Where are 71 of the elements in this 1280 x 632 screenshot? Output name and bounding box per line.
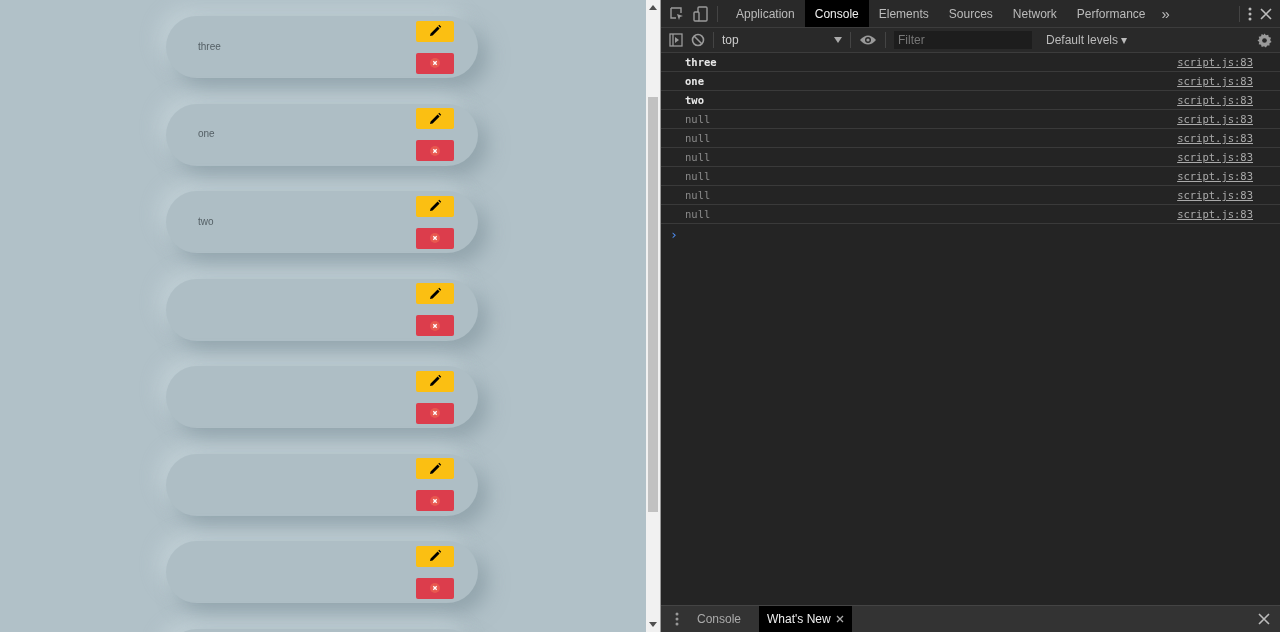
todo-text: one <box>198 128 215 139</box>
devtools-tab[interactable]: Elements <box>868 0 939 27</box>
source-link[interactable]: script.js:83 <box>1177 56 1253 68</box>
todo-text: two <box>198 215 214 227</box>
close-icon[interactable] <box>835 615 844 623</box>
close-icon <box>430 145 440 156</box>
console-prompt[interactable]: › <box>670 227 678 242</box>
more-options-icon[interactable] <box>1248 6 1252 21</box>
more-tabs-button[interactable]: » <box>1155 5 1176 22</box>
source-link[interactable]: script.js:83 <box>1177 170 1253 182</box>
close-icon <box>430 58 440 68</box>
console-message: null <box>685 189 712 201</box>
pencil-icon <box>428 111 442 126</box>
scroll-down-icon[interactable] <box>649 622 657 627</box>
edit-button[interactable] <box>416 195 454 217</box>
close-icon <box>430 408 440 418</box>
close-icon <box>430 583 440 593</box>
pencil-icon <box>428 286 442 301</box>
sidebar-toggle-icon[interactable] <box>669 33 683 47</box>
devtools-tab[interactable]: Application <box>726 0 805 27</box>
edit-button[interactable] <box>416 283 454 304</box>
source-link[interactable]: script.js:83 <box>1177 94 1253 106</box>
todo-text: three <box>198 40 221 52</box>
device-icon[interactable] <box>693 5 709 22</box>
source-link[interactable]: script.js:83 <box>1177 189 1253 201</box>
console-message: null <box>685 113 712 125</box>
pencil-icon <box>428 461 442 476</box>
source-link[interactable]: script.js:83 <box>1177 75 1253 87</box>
source-link[interactable]: script.js:83 <box>1177 208 1253 220</box>
console-message: one <box>685 75 705 87</box>
scroll-up-icon[interactable] <box>649 5 657 10</box>
inspect-icon[interactable] <box>669 5 685 22</box>
source-link[interactable]: script.js:83 <box>1177 113 1253 125</box>
edit-button[interactable] <box>416 545 454 567</box>
clear-icon[interactable] <box>691 33 705 47</box>
drawer-tab[interactable]: What's New <box>759 606 852 632</box>
filter-field[interactable]: Filter <box>894 31 1032 49</box>
pencil-icon <box>428 199 442 213</box>
console-message: null <box>685 208 712 220</box>
console-message: null <box>685 151 712 163</box>
pencil-icon <box>428 549 442 563</box>
levels-dropdown[interactable]: Default levels ▾ <box>1040 32 1134 48</box>
source-link[interactable]: script.js:83 <box>1177 151 1253 163</box>
edit-button[interactable] <box>416 20 454 42</box>
devtools-tab[interactable]: Sources <box>938 0 1003 27</box>
console-message: two <box>685 94 705 106</box>
pencil-icon <box>428 24 442 38</box>
settings-icon[interactable] <box>1257 32 1272 48</box>
source-link[interactable]: script.js:83 <box>1177 132 1253 144</box>
close-icon <box>430 495 440 506</box>
close-icon <box>430 233 440 243</box>
pencil-icon <box>428 374 442 388</box>
console-message: three <box>685 56 718 68</box>
scrollbar-thumb[interactable] <box>648 97 658 512</box>
drawer-tab[interactable]: Console <box>689 606 750 632</box>
close-icon[interactable] <box>1260 7 1272 20</box>
caret-icon <box>834 37 842 43</box>
edit-button[interactable] <box>416 458 454 479</box>
console-message: null <box>685 132 712 144</box>
devtools-tab[interactable]: Network <box>1002 0 1067 27</box>
context-dropdown[interactable]: top <box>722 33 842 47</box>
devtools-tab[interactable]: Console <box>804 0 869 27</box>
close-icon[interactable] <box>1258 613 1270 625</box>
close-icon <box>430 320 440 331</box>
edit-button[interactable] <box>416 108 454 129</box>
eye-icon[interactable] <box>859 34 877 46</box>
edit-button[interactable] <box>416 370 454 392</box>
devtools-tab[interactable]: Performance <box>1066 0 1156 27</box>
more-options-icon[interactable] <box>675 612 679 626</box>
scrollbar[interactable] <box>646 0 661 632</box>
console-message: null <box>685 170 712 182</box>
